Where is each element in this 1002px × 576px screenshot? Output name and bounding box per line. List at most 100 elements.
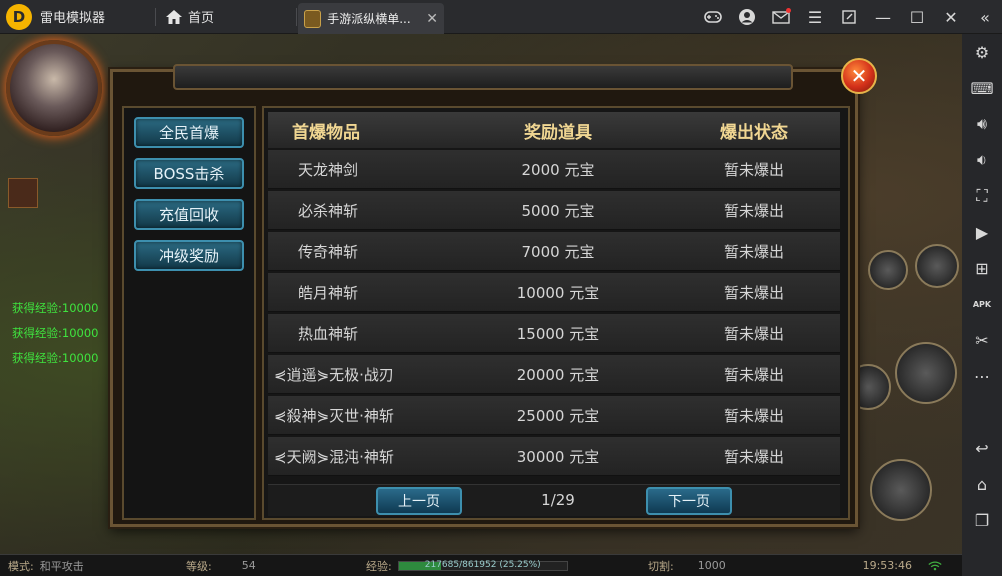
scissors-icon[interactable]: ✂ — [962, 322, 1002, 358]
settings-icon[interactable]: ⚙ — [962, 34, 1002, 70]
sword-skill-icon[interactable] — [870, 459, 932, 521]
table-row: 天龙神剑 2000 元宝 暂未爆出 — [268, 150, 840, 189]
pagination: 上一页 1/29 下一页 — [268, 484, 840, 516]
drop-status: 暂未爆出 — [723, 283, 784, 302]
exp-log-line: 获得经验:10000 — [12, 351, 99, 365]
reward-value: 15000 元宝 — [516, 324, 600, 343]
level-value: 54 — [241, 559, 256, 572]
dialog-close-icon[interactable]: ✕ — [841, 58, 877, 94]
map-button-icon[interactable] — [868, 250, 908, 290]
level-label: 等级: — [186, 559, 212, 573]
table-row: ⋞逍遥⋟无极·战刃 20000 元宝 暂未爆出 — [268, 355, 840, 394]
exp-value: 217685/861952 (25.25%) — [424, 559, 541, 570]
item-name: ⋞逍遥⋟无极·战刃 — [274, 365, 394, 384]
table-row: ⋞殺神⋟灭世·神斩 25000 元宝 暂未爆出 — [268, 396, 840, 435]
wifi-icon — [928, 560, 942, 570]
tab-close-icon[interactable]: ✕ — [426, 11, 438, 27]
tab-game[interactable]: 手游派纵横单... ✕ — [298, 3, 444, 34]
drop-status: 暂未爆出 — [723, 406, 784, 425]
home-icon — [166, 9, 182, 24]
clock: 19:53:46 — [862, 559, 912, 572]
game-viewport[interactable]: 获得经验:10000 获得经验:10000 获得经验:10000 ✕ 全民首爆 … — [0, 34, 962, 576]
category-button[interactable]: 充值回收 — [134, 199, 244, 230]
cut-value: 1000 — [697, 559, 726, 572]
drop-status: 暂未爆出 — [723, 160, 784, 179]
drop-status: 暂未爆出 — [723, 365, 784, 384]
menu-icon[interactable]: ☰ — [798, 0, 832, 34]
apk-icon[interactable]: APK — [962, 286, 1002, 322]
category-panel: 全民首爆 BOSS击杀 充值回收 冲级奖励 — [122, 106, 256, 520]
prev-page-button[interactable]: 上一页 — [376, 487, 462, 515]
next-page-button[interactable]: 下一页 — [646, 487, 732, 515]
compass-icon[interactable] — [915, 244, 959, 288]
recents-icon[interactable]: ❐ — [962, 502, 1002, 538]
more-icon[interactable]: ⋯ — [962, 358, 1002, 394]
exp-log-line: 获得经验:10000 — [12, 301, 99, 315]
record-icon[interactable]: ▶ — [962, 214, 1002, 250]
item-name: ⋞殺神⋟灭世·神斩 — [274, 406, 394, 425]
item-name: 传奇神斩 — [298, 242, 359, 261]
drop-status: 暂未爆出 — [723, 201, 784, 220]
table-row: 热血神斩 15000 元宝 暂未爆出 — [268, 314, 840, 353]
cut-label: 切割: — [648, 559, 674, 573]
column-header: 首爆物品 — [292, 122, 360, 143]
mode-value: 和平攻击 — [39, 559, 84, 573]
emulator-sidebar: ⚙ ⌨ 🔊︎ 🔉︎ ⛶ ▶ ⊞ APK ✂ ⋯ ↩ ⌂ ❐ — [962, 34, 1002, 576]
minimize-icon[interactable]: — — [866, 0, 900, 34]
game-status-bar: 模式: 和平攻击 等级: 54 经验: 217685/861952 (25.25… — [0, 554, 962, 576]
player-avatar[interactable] — [6, 40, 102, 136]
mail-icon[interactable] — [764, 0, 798, 34]
tab-home[interactable]: 首页 — [156, 0, 296, 34]
table-row: ⋞天阙⋟混沌·神斩 30000 元宝 暂未爆出 — [268, 437, 840, 476]
category-button[interactable]: 冲级奖励 — [134, 240, 244, 271]
titlebar-separator — [296, 7, 297, 26]
gamepad-icon[interactable] — [696, 0, 730, 34]
app-name: 雷电模拟器 — [40, 11, 106, 26]
item-name: 必杀神斩 — [298, 201, 359, 220]
table-row: 必杀神斩 5000 元宝 暂未爆出 — [268, 191, 840, 230]
table-row: 传奇神斩 7000 元宝 暂未爆出 — [268, 232, 840, 271]
reward-value: 25000 元宝 — [516, 406, 600, 425]
home-icon[interactable]: ⌂ — [962, 466, 1002, 502]
exp-log-line: 获得经验:10000 — [12, 326, 99, 340]
reward-value: 7000 元宝 — [521, 242, 595, 261]
reward-value: 30000 元宝 — [516, 447, 600, 466]
item-name: 天龙神剑 — [298, 160, 359, 179]
game-app-icon — [304, 9, 322, 28]
category-button[interactable]: 全民首爆 — [134, 117, 244, 148]
emulator-titlebar: D 雷电模拟器 首页 手游派纵横单... ✕ ☰ — ☐ ✕ « — [0, 0, 1002, 34]
reward-value: 10000 元宝 — [516, 283, 600, 302]
sword-attack-icon[interactable] — [895, 342, 957, 404]
drop-status: 暂未爆出 — [723, 242, 784, 261]
item-name: 皓月神斩 — [298, 283, 359, 302]
exp-label: 经验: — [366, 559, 392, 573]
reward-value: 20000 元宝 — [516, 365, 600, 384]
collapse-sidebar-icon[interactable]: « — [968, 0, 1002, 34]
pin-window-icon[interactable] — [832, 0, 866, 34]
column-header: 爆出状态 — [720, 122, 788, 143]
drop-status: 暂未爆出 — [723, 324, 784, 343]
screenshot-icon[interactable]: ⛶ — [962, 178, 1002, 214]
close-window-icon[interactable]: ✕ — [934, 0, 968, 34]
drop-status: 暂未爆出 — [723, 447, 784, 466]
back-icon[interactable]: ↩ — [962, 430, 1002, 466]
volume-down-icon[interactable]: 🔉︎ — [962, 142, 1002, 178]
add-app-icon[interactable]: ⊞ — [962, 250, 1002, 286]
first-drop-dialog: ✕ 全民首爆 BOSS击杀 充值回收 冲级奖励 首爆物品 奖励道具 爆出状态 天… — [110, 58, 877, 527]
user-avatar-icon[interactable] — [730, 0, 764, 34]
keyboard-icon[interactable]: ⌨ — [962, 70, 1002, 106]
volume-up-icon[interactable]: 🔊︎ — [962, 106, 1002, 142]
exp-progress-bar: 217685/861952 (25.25%) — [397, 559, 568, 571]
tab-game-label: 手游派纵横单... — [327, 12, 411, 26]
page-indicator: 1/29 — [541, 491, 575, 509]
emulator-logo-icon: D — [6, 3, 32, 30]
notification-dot — [786, 8, 791, 13]
dialog-title-bar — [173, 64, 793, 90]
reward-value: 5000 元宝 — [521, 201, 595, 220]
skill-slot-icon[interactable] — [8, 178, 38, 208]
reward-value: 2000 元宝 — [521, 160, 595, 179]
maximize-icon[interactable]: ☐ — [900, 0, 934, 34]
item-name: 热血神斩 — [298, 324, 359, 343]
column-header: 奖励道具 — [524, 122, 592, 143]
category-button[interactable]: BOSS击杀 — [134, 158, 244, 189]
